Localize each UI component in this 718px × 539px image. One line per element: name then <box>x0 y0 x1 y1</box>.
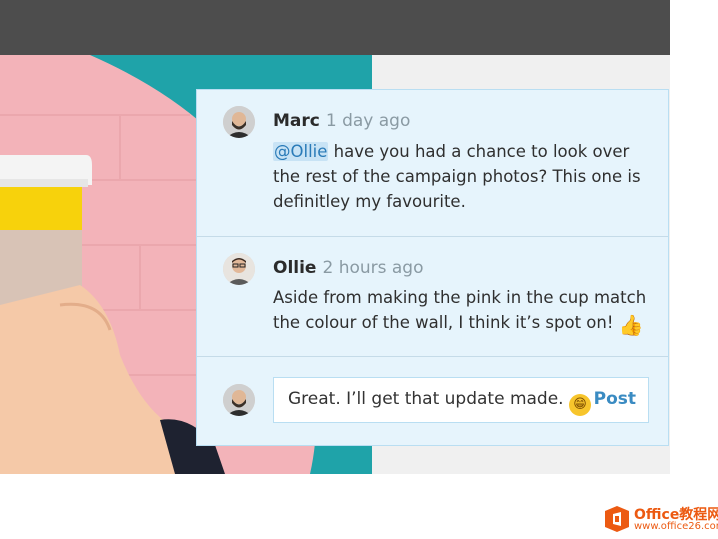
comment-text: have you had a chance to look over the r… <box>273 142 641 211</box>
divider <box>197 356 668 357</box>
timestamp: 2 hours ago <box>322 258 424 278</box>
thumbs-up-icon: 👍 <box>618 313 644 337</box>
user-mention[interactable]: @Ollie <box>273 142 329 161</box>
comment-body: Aside from making the pink in the cup ma… <box>273 285 653 336</box>
author-name: Marc <box>273 111 320 131</box>
timestamp: 1 day ago <box>325 111 411 131</box>
reply-input-value[interactable]: Great. I’ll get that update made. 😁 <box>288 389 591 416</box>
top-bar <box>0 0 670 55</box>
comment-ollie: Ollie 2 hours ago Aside from making the p… <box>197 237 668 356</box>
comment-thread: Marc 1 day ago @Ollie have you had a chan… <box>196 89 669 446</box>
watermark: Office教程网 www.office26.com <box>604 503 718 535</box>
comment-body: @Ollie have you had a chance to look ove… <box>273 139 653 214</box>
comment-marc: Marc 1 day ago @Ollie have you had a chan… <box>197 90 668 236</box>
reply-text: Great. I’ll get that update made. <box>288 389 569 409</box>
avatar-marc <box>223 106 255 138</box>
comment-text: Aside from making the pink in the cup ma… <box>273 288 647 332</box>
office-logo-icon <box>605 506 629 532</box>
author-name: Ollie <box>273 258 317 278</box>
comment-header: Ollie 2 hours ago <box>273 258 424 278</box>
reply-input[interactable]: Great. I’ll get that update made. 😁 Post <box>273 377 649 423</box>
watermark-url: www.office26.com <box>634 521 718 532</box>
comment-header: Marc 1 day ago <box>273 111 410 131</box>
grin-icon: 😁 <box>569 394 591 416</box>
avatar-ollie <box>223 253 255 285</box>
avatar-current-user <box>223 384 255 416</box>
post-button[interactable]: Post <box>594 389 636 409</box>
